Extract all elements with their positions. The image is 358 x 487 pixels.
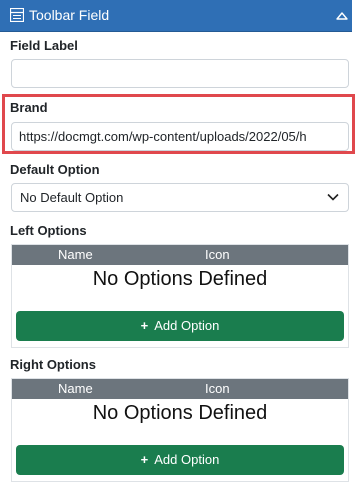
left-add-option-label: Add Option <box>154 318 220 333</box>
default-option-value: No Default Option <box>20 190 124 205</box>
right-add-option-label: Add Option <box>154 452 220 467</box>
brand-highlight-box <box>2 94 355 154</box>
chevron-down-icon <box>327 193 339 201</box>
plus-icon: + <box>140 452 149 467</box>
panel-header[interactable]: Toolbar Field <box>0 0 352 32</box>
left-options-empty-message: No Options Defined <box>92 268 268 290</box>
left-add-option-button[interactable]: + Add Option <box>16 311 344 341</box>
caret-up-icon[interactable] <box>336 11 348 20</box>
field-label-input[interactable] <box>11 59 349 88</box>
toolbar-icon <box>10 8 24 22</box>
left-options-label: Left Options <box>10 223 87 238</box>
right-add-option-button[interactable]: + Add Option <box>16 445 344 475</box>
toolbar-field-panel: Toolbar Field Field Label Brand https://… <box>0 0 358 487</box>
column-header-name: Name <box>58 381 93 396</box>
right-options-header-row: Name Icon <box>12 379 348 399</box>
right-options-table: Name Icon No Options Defined + Add Option <box>11 378 349 482</box>
left-options-table: Name Icon No Options Defined + Add Option <box>11 244 349 348</box>
column-header-icon: Icon <box>205 247 230 262</box>
panel-title: Toolbar Field <box>29 7 110 23</box>
column-header-icon: Icon <box>205 381 230 396</box>
plus-icon: + <box>140 318 149 333</box>
default-option-select[interactable]: No Default Option <box>11 183 349 212</box>
right-options-empty-message: No Options Defined <box>92 402 268 424</box>
field-label-label: Field Label <box>10 38 78 53</box>
column-header-name: Name <box>58 247 93 262</box>
default-option-label: Default Option <box>10 162 100 177</box>
right-options-label: Right Options <box>10 357 96 372</box>
left-options-header-row: Name Icon <box>12 245 348 265</box>
